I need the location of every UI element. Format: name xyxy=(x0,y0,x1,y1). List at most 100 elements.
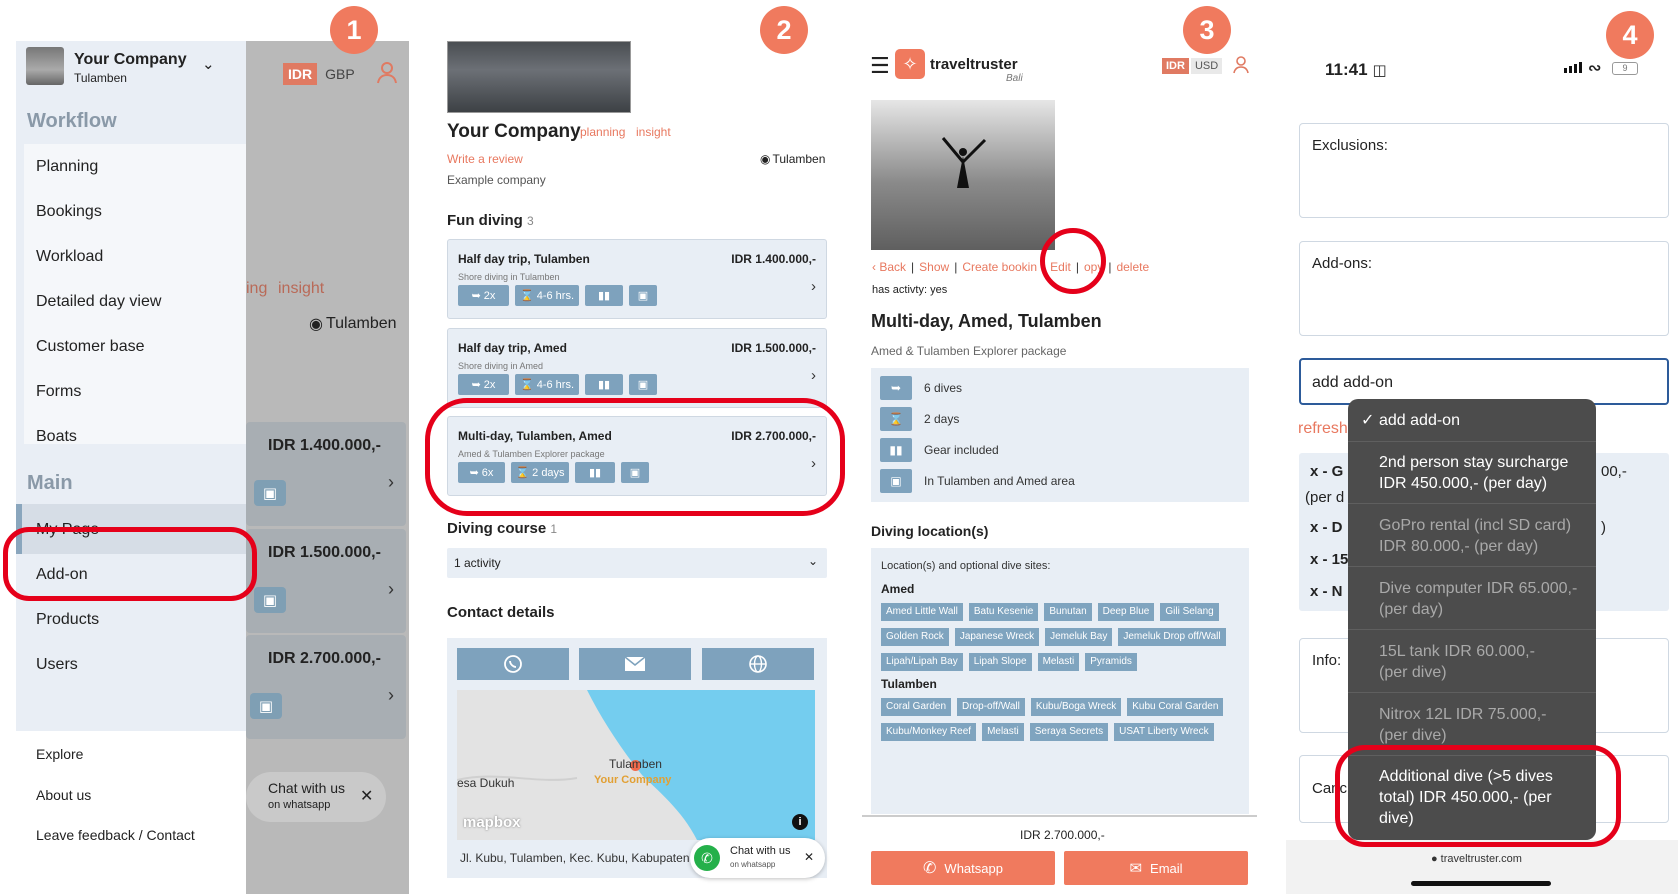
site-tag[interactable]: Pyramids xyxy=(1085,653,1137,671)
menu-item-about-us[interactable]: About us xyxy=(36,787,91,803)
site-tag[interactable]: USAT Liberty Wreck xyxy=(1114,723,1214,741)
dropdown-option[interactable]: Nitrox 12L IDR 75.000,- (per dive) xyxy=(1348,704,1548,746)
menu-item-forms[interactable]: Forms xyxy=(36,383,81,401)
dropdown-option[interactable]: 2nd person stay surcharge IDR 450.000,- … xyxy=(1348,452,1578,494)
menu-item-my-page[interactable]: My Page xyxy=(36,521,99,539)
site-tag[interactable]: Batu Kesenie xyxy=(968,603,1039,621)
currency-switch[interactable]: IDR USD xyxy=(1162,58,1223,74)
site-tag[interactable]: Jemeluk Bay xyxy=(1045,628,1113,646)
currency-usd[interactable]: USD xyxy=(1190,58,1223,74)
whatsapp-button[interactable] xyxy=(457,648,569,680)
site-tag[interactable]: Golden Rock xyxy=(881,628,949,646)
close-icon[interactable]: ✕ xyxy=(804,850,814,864)
menu-item-products[interactable]: Products xyxy=(36,611,99,629)
close-icon[interactable]: ✕ xyxy=(360,786,373,806)
tab-planning[interactable]: planning xyxy=(580,125,625,139)
site-tag[interactable]: Lipah Slope xyxy=(968,653,1032,671)
location: ◉ Tulamben xyxy=(760,152,826,166)
site-tag[interactable]: Bunutan xyxy=(1044,603,1092,621)
currency-switch[interactable]: IDR GBP xyxy=(283,63,359,85)
locations-intro: Location(s) and optional dive sites: xyxy=(881,560,1051,572)
site-tag[interactable]: Kubu/Boga Wreck xyxy=(1030,698,1122,716)
menu-item-planning[interactable]: Planning xyxy=(36,158,98,176)
hourglass-icon: ⌛ xyxy=(880,407,912,431)
site-tag[interactable]: Jemeluk Drop off/Wall xyxy=(1118,628,1226,646)
currency-gbp[interactable]: GBP xyxy=(321,63,359,85)
product-card-1[interactable]: Half day trip, Tulamben IDR 1.400.000,- … xyxy=(447,239,827,319)
menu-item-customer-base[interactable]: Customer base xyxy=(36,338,145,356)
currency-idr[interactable]: IDR xyxy=(1162,58,1189,74)
chat-widget[interactable]: ✆ Chat with us on whatsapp ✕ xyxy=(690,838,825,878)
write-review-link[interactable]: Write a review xyxy=(447,152,523,166)
add-addon-select[interactable]: add add-on xyxy=(1299,358,1669,405)
site-tag[interactable]: Amed Little Wall xyxy=(881,603,963,621)
exclusions-field[interactable]: Exclusions: xyxy=(1299,123,1669,218)
info-icon[interactable]: i xyxy=(792,814,808,830)
site-tag[interactable]: Drop-off/Wall xyxy=(957,698,1025,716)
bg-card-1[interactable]: IDR 1.400.000,- ▣ › xyxy=(246,422,406,526)
dropdown-option-selected[interactable]: ✓ add add-on xyxy=(1348,410,1596,431)
chevron-down-icon[interactable]: ⌄ xyxy=(202,55,215,73)
battery-icon: 9 xyxy=(1612,62,1638,75)
bus-icon: ▣ xyxy=(880,469,912,493)
email-button[interactable] xyxy=(579,648,691,680)
site-tag[interactable]: Lipah/Lipah Bay xyxy=(881,653,963,671)
menu-item-explore[interactable]: Explore xyxy=(36,746,83,762)
site-tag[interactable]: Seraya Secrets xyxy=(1029,723,1109,741)
card-price: IDR 1.500.000,- xyxy=(731,341,816,355)
email-cta-button[interactable]: ✉ Email xyxy=(1064,851,1248,885)
create-booking-link[interactable]: Create bookin xyxy=(962,260,1037,274)
chat-widget[interactable]: Chat with us on whatsapp ✕ xyxy=(246,772,386,822)
back-link[interactable]: ‹ Back xyxy=(872,260,906,274)
edit-link[interactable]: Edit xyxy=(1050,260,1071,274)
brand-logo[interactable]: ✧ xyxy=(895,49,925,79)
addon-dropdown: ✓ add add-on 2nd person stay surcharge ID… xyxy=(1348,399,1596,840)
bg-card-2[interactable]: IDR 1.500.000,- ▣ › xyxy=(246,529,406,633)
site-tag[interactable]: Melasti xyxy=(1037,653,1080,671)
url-bar[interactable]: ● traveltruster.com xyxy=(1431,853,1522,865)
company-selector[interactable]: Your Company Tulamben ⌄ xyxy=(16,41,246,96)
site-tag[interactable]: Japanese Wreck xyxy=(954,628,1040,646)
whatsapp-icon: ✆ xyxy=(694,845,720,871)
dropdown-option[interactable]: 15L tank IDR 60.000,- (per dive) xyxy=(1348,641,1548,683)
menu-item-feedback[interactable]: Leave feedback / Contact xyxy=(36,827,195,843)
diving-course-select[interactable]: 1 activity ⌄ xyxy=(447,548,827,578)
menu-item-detailed-day-view[interactable]: Detailed day view xyxy=(36,293,161,311)
show-link[interactable]: Show xyxy=(919,260,949,274)
hourglass-icon: ⌛ xyxy=(520,379,534,391)
delete-link[interactable]: delete xyxy=(1116,260,1149,274)
dropdown-option[interactable]: GoPro rental (incl SD card) IDR 80.000,-… xyxy=(1348,515,1578,557)
site-tag[interactable]: Kubu/Monkey Reef xyxy=(881,723,977,741)
select-value: add add-on xyxy=(1312,374,1393,391)
addons-field[interactable]: Add-ons: xyxy=(1299,241,1669,336)
menu-item-workload[interactable]: Workload xyxy=(36,248,103,266)
bg-card-3[interactable]: IDR 2.700.000,- ▣ › xyxy=(246,635,406,739)
currency-idr[interactable]: IDR xyxy=(283,63,318,85)
tab-insight[interactable]: insight xyxy=(636,125,671,139)
menu-item-boats[interactable]: Boats xyxy=(36,428,77,446)
product-card-2[interactable]: Half day trip, Amed IDR 1.500.000,- Shor… xyxy=(447,328,827,408)
dropdown-option[interactable]: Dive computer IDR 65.000,- (per day) xyxy=(1348,578,1578,620)
website-button[interactable] xyxy=(702,648,814,680)
amed-sites: Amed Little Wall Batu Kesenie Bunutan Deep … xyxy=(881,602,1239,677)
menu-item-add-on[interactable]: Add-on xyxy=(36,566,88,584)
map[interactable]: Tulamben Your Company esa Dukuh mapbox i xyxy=(457,690,815,840)
hamburger-icon[interactable]: ☰ xyxy=(870,53,890,79)
user-icon[interactable] xyxy=(1233,56,1249,79)
product-card-3[interactable]: Multi-day, Tulamben, Amed IDR 2.700.000,… xyxy=(447,416,827,496)
check-icon: ✓ xyxy=(1361,412,1375,429)
site-tag[interactable]: Melasti xyxy=(982,723,1024,741)
dropdown-option-additional-dive[interactable]: Additional dive (>5 dives total) IDR 450… xyxy=(1348,766,1588,829)
refresh-link[interactable]: refresh xyxy=(1298,420,1348,438)
bus-icon: ▣ xyxy=(629,374,657,395)
whatsapp-cta-button[interactable]: ✆ Whatsapp xyxy=(871,851,1055,885)
menu-item-users[interactable]: Users xyxy=(36,656,78,674)
menu-item-bookings[interactable]: Bookings xyxy=(36,203,102,221)
divider xyxy=(1348,441,1596,442)
copy-link[interactable]: opy xyxy=(1084,260,1103,274)
site-tag[interactable]: Kubu Coral Garden xyxy=(1127,698,1224,716)
site-tag[interactable]: Deep Blue xyxy=(1097,603,1155,621)
site-tag[interactable]: Gili Selang xyxy=(1160,603,1219,621)
site-tag[interactable]: Coral Garden xyxy=(881,698,952,716)
user-icon[interactable] xyxy=(376,61,398,90)
